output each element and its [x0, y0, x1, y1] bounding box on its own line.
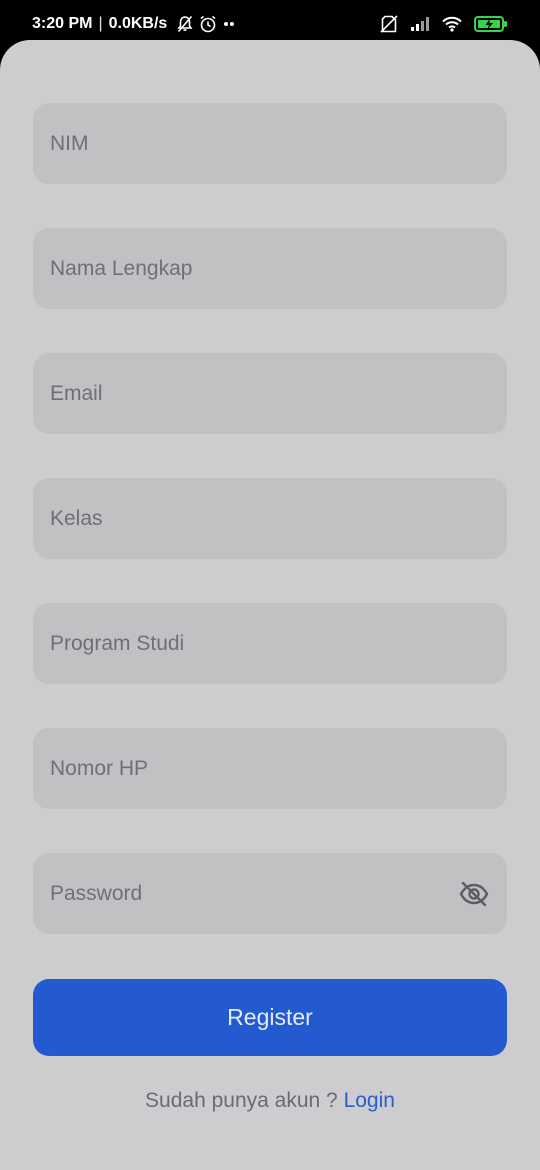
status-right: [380, 15, 508, 33]
status-separator: |: [98, 15, 103, 32]
password-field[interactable]: [33, 853, 507, 934]
eye-off-icon[interactable]: [458, 879, 490, 909]
program-studi-field[interactable]: [33, 603, 507, 684]
signal-icon: [410, 16, 430, 32]
battery-charging-icon: [474, 15, 508, 33]
password-input[interactable]: [50, 881, 490, 906]
alarm-clock-icon: [199, 15, 217, 33]
nama-lengkap-input[interactable]: [50, 256, 490, 281]
login-link[interactable]: Login: [344, 1089, 395, 1112]
more-dots-icon: [223, 21, 235, 27]
nama-lengkap-field[interactable]: [33, 228, 507, 309]
nim-field[interactable]: [33, 103, 507, 184]
program-studi-input[interactable]: [50, 631, 490, 656]
nomor-hp-field[interactable]: [33, 728, 507, 809]
status-left: 3:20 PM | 0.0KB/s: [32, 15, 235, 33]
no-sim-icon: [380, 15, 398, 33]
kelas-input[interactable]: [50, 506, 490, 531]
wifi-icon: [442, 16, 462, 32]
nomor-hp-input[interactable]: [50, 756, 490, 781]
login-prompt: Sudah punya akun ? Login: [0, 1089, 540, 1113]
register-button[interactable]: Register: [33, 979, 507, 1056]
email-field[interactable]: [33, 353, 507, 434]
login-prompt-text: Sudah punya akun ?: [145, 1089, 338, 1112]
network-speed: 0.0KB/s: [108, 15, 168, 32]
email-input[interactable]: [50, 381, 490, 406]
status-time: 3:20 PM: [32, 15, 93, 32]
nim-input[interactable]: [50, 131, 490, 156]
muted-bell-icon: [177, 15, 193, 33]
kelas-field[interactable]: [33, 478, 507, 559]
